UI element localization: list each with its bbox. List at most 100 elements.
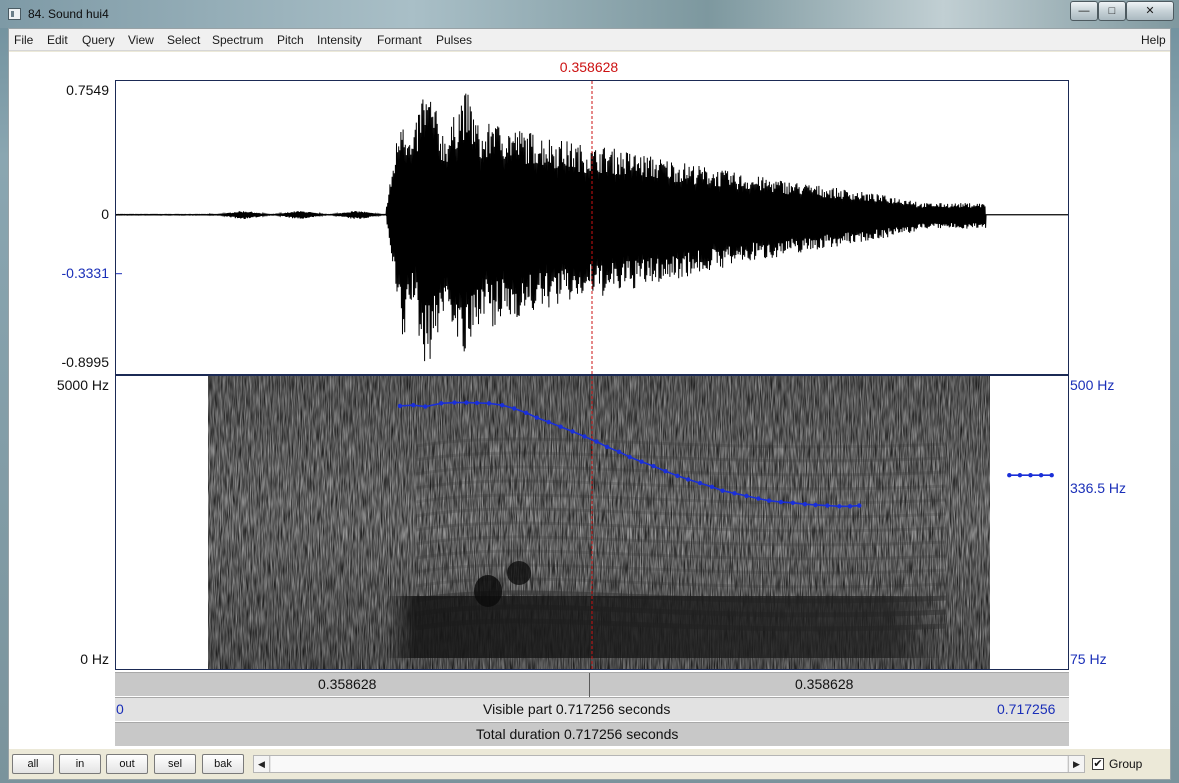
pitch-max-label: 500 Hz — [1070, 377, 1115, 393]
pitch-point — [464, 400, 469, 405]
pitch-point — [1038, 473, 1044, 478]
menu-file[interactable]: File — [14, 33, 33, 47]
pitch-point — [439, 401, 444, 406]
menu-edit[interactable]: Edit — [47, 33, 68, 47]
pitch-point — [857, 503, 862, 508]
visible-end-time: 0.717256 — [997, 701, 1056, 717]
pitch-point — [639, 459, 644, 464]
pitch-point — [582, 434, 587, 439]
spec-fmax-label: 5000 Hz — [56, 377, 109, 393]
maximize-icon: □ — [1108, 4, 1116, 17]
menu-help[interactable]: Help — [1141, 33, 1166, 47]
pitch-point — [474, 400, 480, 406]
spec-fmin-label: 0 Hz — [80, 651, 109, 667]
close-icon: ✕ — [1145, 4, 1155, 17]
pitch-point — [825, 503, 830, 508]
visible-part-bar[interactable]: 0 Visible part 0.717256 seconds 0.717256 — [115, 697, 1069, 721]
total-duration-bar[interactable]: Total duration 0.717256 seconds — [115, 722, 1069, 746]
pitch-point — [813, 502, 818, 508]
pitch-point — [651, 463, 656, 469]
wave-cursor-level-label: -0.3331 — [61, 265, 109, 281]
menu-bar: File Edit Query View Select Spectrum Pit… — [9, 29, 1170, 51]
spectrogram-plot — [116, 376, 1068, 669]
pitch-point — [523, 410, 529, 415]
pitch-point — [570, 429, 575, 434]
pitch-point — [685, 477, 691, 482]
menu-pitch[interactable]: Pitch — [277, 33, 304, 47]
waveform-plot — [116, 81, 1068, 374]
selection-time-bar[interactable]: 0.358628 0.358628 — [115, 672, 1069, 697]
minimize-icon: — — [1078, 4, 1090, 17]
wave-zero-label: 0 — [101, 206, 109, 222]
waveform-panel[interactable] — [115, 80, 1069, 375]
pitch-point — [675, 473, 680, 478]
left-part-duration: 0.358628 — [318, 676, 377, 692]
spectrogram-silence-right — [990, 376, 1068, 669]
menu-intensity[interactable]: Intensity — [317, 33, 362, 47]
pitch-point — [604, 444, 610, 450]
pitch-point — [802, 502, 808, 507]
spectrogram-panel[interactable] — [115, 375, 1069, 670]
pitch-point — [756, 496, 761, 501]
time-scrollbar[interactable]: ◀ ▶ — [253, 755, 1085, 773]
pitch-point — [847, 504, 853, 509]
cursor-divider — [589, 673, 590, 697]
pitch-point — [720, 488, 725, 493]
pitch-point — [594, 439, 599, 444]
pitch-point — [732, 491, 737, 496]
zoom-out-button[interactable]: out — [106, 754, 148, 774]
pitch-point — [558, 424, 563, 429]
scroll-left-icon[interactable]: ◀ — [254, 756, 270, 772]
visible-part-label: Visible part 0.717256 seconds — [483, 701, 671, 717]
visible-start-time: 0 — [116, 701, 124, 717]
right-part-duration: 0.358628 — [795, 676, 854, 692]
spectrogram-low-band — [386, 596, 946, 658]
pitch-point — [1017, 473, 1023, 478]
pitch-point — [486, 401, 492, 406]
group-checkbox[interactable]: ✔ — [1092, 758, 1104, 770]
spectrogram-dark-spot — [474, 575, 502, 607]
scroll-thumb[interactable] — [271, 756, 1067, 772]
zoom-button-strip: all in out sel bak ◀ ▶ ✔ Group — [9, 751, 1170, 779]
wave-ymax-label: 0.7549 — [66, 82, 109, 98]
pitch-point — [512, 406, 517, 411]
menu-select[interactable]: Select — [167, 33, 200, 47]
group-label: Group — [1109, 757, 1143, 771]
wave-ymin-label: -0.8995 — [61, 354, 109, 370]
zoom-in-button[interactable]: in — [59, 754, 101, 774]
close-button[interactable]: ✕ — [1126, 1, 1174, 21]
menu-view[interactable]: View — [128, 33, 154, 47]
pitch-point — [423, 404, 428, 409]
sound-editor-canvas[interactable]: 0.358628 0.7549 0 -0.3331 -0.8995 5000 H… — [9, 52, 1170, 749]
zoom-all-button[interactable]: all — [12, 754, 54, 774]
pitch-point — [397, 403, 403, 409]
menu-query[interactable]: Query — [82, 33, 115, 47]
pitch-point — [627, 454, 632, 460]
spectrogram-silence-left — [116, 376, 208, 669]
maximize-button[interactable]: □ — [1098, 1, 1126, 21]
total-duration-label: Total duration 0.717256 seconds — [476, 726, 679, 742]
title-bar[interactable]: 84. Sound hui4 — □ ✕ — [0, 0, 1179, 28]
pitch-point — [452, 400, 457, 405]
minimize-button[interactable]: — — [1070, 1, 1098, 21]
pitch-point — [1007, 473, 1012, 478]
pitch-point — [766, 498, 772, 503]
pitch-min-label: 75 Hz — [1070, 651, 1107, 667]
window-frame: 84. Sound hui4 — □ ✕ File Edit Query Vie… — [0, 0, 1179, 783]
zoom-back-button[interactable]: bak — [202, 754, 244, 774]
zoom-selection-button[interactable]: sel — [154, 754, 196, 774]
window-title: 84. Sound hui4 — [28, 7, 109, 21]
pitch-point — [697, 480, 703, 486]
pitch-point — [778, 499, 784, 505]
pitch-point — [534, 415, 539, 420]
menu-pulses[interactable]: Pulses — [436, 33, 472, 47]
pitch-point — [546, 419, 551, 425]
editor-client: File Edit Query View Select Spectrum Pit… — [8, 28, 1171, 780]
scroll-right-icon[interactable]: ▶ — [1068, 756, 1084, 772]
menu-formant[interactable]: Formant — [377, 33, 422, 47]
cursor-time-label: 0.358628 — [559, 59, 619, 75]
pitch-point — [500, 403, 505, 408]
menu-spectrum[interactable]: Spectrum — [212, 33, 263, 47]
pitch-point — [790, 500, 796, 505]
pitch-point — [663, 469, 668, 474]
